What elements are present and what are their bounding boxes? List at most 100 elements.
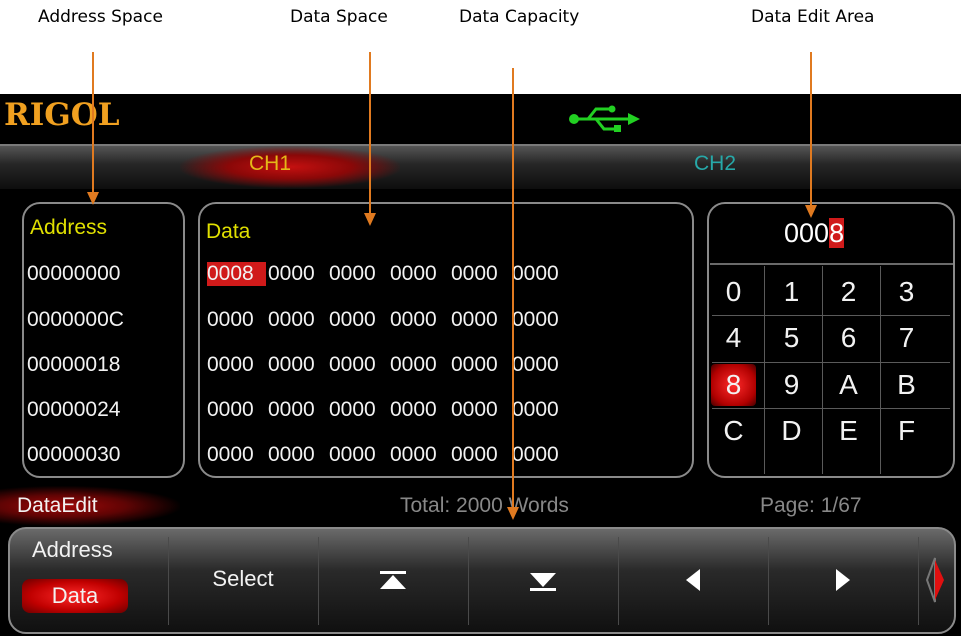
data-panel: [198, 202, 694, 478]
data-word[interactable]: 0000: [268, 398, 327, 422]
edit-value-digits: 000: [784, 218, 830, 248]
key-6[interactable]: 6: [826, 317, 871, 359]
instrument-screen: RIGOL CH1 CH2 Address 00000000 0000000C …: [0, 94, 961, 636]
data-row: 0000 0000 0000 0000 0000 0000: [207, 443, 573, 467]
data-word[interactable]: 0000: [451, 398, 510, 422]
next-menu-button[interactable]: [919, 529, 953, 632]
keypad-gridline: [712, 408, 950, 409]
data-title: Data: [206, 220, 251, 243]
data-option: Data: [22, 579, 128, 613]
first-page-button[interactable]: [318, 529, 468, 632]
callout-arrow-edit: [810, 52, 812, 207]
data-word[interactable]: 0000: [390, 262, 449, 286]
callout-arrowhead-data: [364, 213, 376, 226]
callout-address-space: Address Space: [38, 7, 163, 27]
address-title: Address: [30, 216, 108, 239]
address-panel: [22, 202, 185, 478]
address-row: 0000000C: [27, 308, 124, 331]
data-word[interactable]: 0000: [329, 353, 388, 377]
address-row: 00000018: [27, 353, 121, 376]
mode-label: DataEdit: [17, 494, 98, 517]
keypad-gridline: [712, 315, 950, 316]
key-b[interactable]: B: [884, 364, 929, 406]
data-row: 0008 0000 0000 0000 0000 0000: [207, 262, 573, 286]
key-d[interactable]: D: [769, 410, 814, 452]
last-page-button[interactable]: [468, 529, 618, 632]
address-data-toggle[interactable]: Address Data: [10, 529, 168, 632]
data-word[interactable]: 0000: [207, 353, 266, 377]
callout-arrow-capacity: [512, 68, 514, 509]
select-button[interactable]: Select: [168, 529, 318, 632]
data-word[interactable]: 0000: [451, 443, 510, 467]
key-c[interactable]: C: [711, 410, 756, 452]
keypad-gridline: [764, 266, 765, 474]
first-page-icon: [380, 571, 406, 589]
address-option: Address: [32, 537, 113, 562]
key-a[interactable]: A: [826, 364, 871, 406]
keypad-gridline: [880, 266, 881, 474]
left-button[interactable]: [618, 529, 768, 632]
data-word[interactable]: 0000: [512, 308, 571, 332]
data-word[interactable]: 0000: [390, 353, 449, 377]
data-capacity-text: Total: 2000 Words: [400, 494, 569, 517]
callout-data-capacity: Data Capacity: [459, 7, 580, 27]
callout-data-space: Data Space: [290, 7, 388, 27]
data-word[interactable]: 0000: [268, 353, 327, 377]
callout-arrowhead-capacity: [507, 507, 519, 520]
data-word[interactable]: 0000: [451, 353, 510, 377]
data-row: 0000 0000 0000 0000 0000 0000: [207, 308, 573, 332]
channel-bar-divider: [0, 144, 961, 146]
data-row: 0000 0000 0000 0000 0000 0000: [207, 398, 573, 422]
data-word[interactable]: 0000: [207, 308, 266, 332]
data-word[interactable]: 0000: [390, 308, 449, 332]
key-3[interactable]: 3: [884, 271, 929, 313]
tab-ch2[interactable]: CH2: [694, 152, 736, 176]
right-button[interactable]: [768, 529, 918, 632]
key-f[interactable]: F: [884, 410, 929, 452]
page-indicator: Page: 1/67: [760, 494, 862, 517]
key-8[interactable]: 8: [711, 364, 756, 406]
key-5[interactable]: 5: [769, 317, 814, 359]
data-word[interactable]: 0000: [512, 353, 571, 377]
callout-arrow-data: [369, 52, 371, 215]
data-word[interactable]: 0000: [512, 262, 571, 286]
data-row: 0000 0000 0000 0000 0000 0000: [207, 353, 573, 377]
right-arrow-icon: [836, 569, 850, 591]
key-0[interactable]: 0: [711, 271, 756, 313]
key-1[interactable]: 1: [769, 271, 814, 313]
key-9[interactable]: 9: [769, 364, 814, 406]
data-word[interactable]: 0000: [390, 443, 449, 467]
data-word[interactable]: 0000: [207, 398, 266, 422]
data-word[interactable]: 0000: [268, 308, 327, 332]
data-word[interactable]: 0000: [329, 308, 388, 332]
callout-arrowhead-address: [87, 192, 99, 205]
key-e[interactable]: E: [826, 410, 871, 452]
data-word[interactable]: 0000: [512, 443, 571, 467]
left-arrow-icon: [686, 569, 700, 591]
next-menu-icon: [925, 557, 944, 603]
address-row: 00000000: [27, 262, 121, 285]
data-word[interactable]: 0000: [207, 443, 266, 467]
data-word[interactable]: 0000: [390, 398, 449, 422]
keypad-divider: [710, 263, 953, 265]
data-word[interactable]: 0000: [329, 398, 388, 422]
data-word[interactable]: 0000: [329, 262, 388, 286]
data-word[interactable]: 0000: [268, 262, 327, 286]
data-word[interactable]: 0000: [512, 398, 571, 422]
data-word[interactable]: 0000: [268, 443, 327, 467]
address-row: 00000024: [27, 398, 121, 421]
key-4[interactable]: 4: [711, 317, 756, 359]
key-2[interactable]: 2: [826, 271, 871, 313]
data-word[interactable]: 0000: [451, 308, 510, 332]
softkey-menu-bar: Address Data Select: [8, 527, 956, 634]
edit-value-cursor[interactable]: 8: [829, 218, 845, 248]
callout-data-edit-area: Data Edit Area: [751, 7, 875, 27]
tab-ch1[interactable]: CH1: [249, 152, 291, 176]
key-7[interactable]: 7: [884, 317, 929, 359]
data-word-selected[interactable]: 0008: [207, 262, 266, 286]
data-word[interactable]: 0000: [329, 443, 388, 467]
callout-arrow-address: [92, 52, 94, 194]
callout-arrowhead-edit: [805, 205, 817, 218]
data-word[interactable]: 0000: [451, 262, 510, 286]
address-row: 00000030: [27, 443, 121, 466]
